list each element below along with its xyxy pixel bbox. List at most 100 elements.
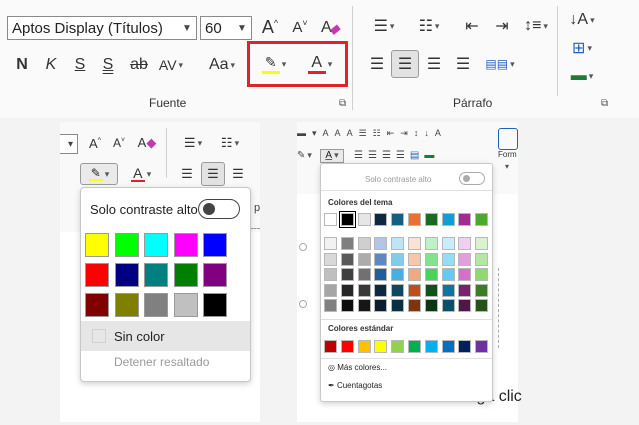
color-swatch[interactable] bbox=[324, 252, 337, 266]
color-swatch[interactable] bbox=[391, 237, 405, 250]
color-swatch[interactable] bbox=[203, 233, 227, 257]
line-spacing-icon[interactable]: ↕ bbox=[414, 128, 425, 138]
font-size-combo-partial[interactable]: ▾ bbox=[60, 134, 78, 154]
bullet-list-icon[interactable]: ☰ bbox=[359, 128, 373, 138]
resize-handle[interactable] bbox=[299, 243, 307, 251]
color-swatch[interactable] bbox=[424, 252, 438, 266]
color-swatch[interactable] bbox=[441, 237, 455, 250]
align-left-icon[interactable]: ☰ bbox=[354, 150, 368, 161]
color-swatch[interactable] bbox=[475, 268, 489, 281]
color-swatch[interactable] bbox=[441, 340, 455, 353]
color-swatch[interactable] bbox=[85, 293, 109, 317]
chevron-down-icon[interactable]: ▼ bbox=[178, 23, 196, 34]
color-swatch[interactable] bbox=[374, 237, 388, 250]
justify-icon[interactable]: ☰ bbox=[396, 150, 410, 161]
color-swatch[interactable] bbox=[357, 252, 371, 266]
color-swatch[interactable] bbox=[458, 252, 472, 266]
align-right-icon[interactable]: ☰ bbox=[382, 150, 396, 161]
font-color-button-small[interactable]: A ▾ bbox=[320, 149, 344, 163]
dialog-launcher-icon[interactable]: ⧉ bbox=[339, 98, 346, 109]
color-swatch[interactable] bbox=[391, 299, 405, 312]
clear-formatting-icon[interactable]: A bbox=[347, 128, 359, 138]
color-swatch[interactable] bbox=[144, 233, 168, 257]
color-swatch[interactable] bbox=[340, 268, 354, 281]
color-swatch[interactable] bbox=[114, 293, 139, 317]
convert-smartart-button[interactable]: ▬ ▾ bbox=[564, 64, 600, 88]
color-swatch[interactable] bbox=[424, 268, 438, 281]
color-swatch[interactable] bbox=[324, 268, 337, 281]
color-swatch[interactable] bbox=[458, 299, 472, 312]
color-swatch[interactable] bbox=[475, 213, 489, 226]
numbering-button[interactable]: ☷ ▾ bbox=[410, 14, 448, 38]
color-swatch[interactable] bbox=[475, 283, 489, 297]
color-swatch[interactable] bbox=[408, 283, 421, 297]
more-colors-option[interactable]: ◎ Más colores... bbox=[328, 363, 387, 372]
color-swatch[interactable] bbox=[408, 213, 421, 226]
highlight-color-button[interactable]: ✎ ▾ bbox=[80, 163, 118, 185]
color-swatch[interactable] bbox=[357, 237, 371, 250]
no-color-option[interactable]: Sin color bbox=[81, 321, 250, 351]
color-swatch[interactable] bbox=[458, 268, 472, 281]
color-swatch[interactable] bbox=[357, 299, 371, 312]
highlight-color-button[interactable]: ✎ ▾ bbox=[254, 50, 294, 78]
color-swatch[interactable] bbox=[85, 263, 109, 287]
resize-handle[interactable] bbox=[299, 300, 307, 308]
color-swatch[interactable] bbox=[324, 299, 337, 312]
color-swatch[interactable] bbox=[173, 293, 198, 317]
clear-formatting-button[interactable]: A bbox=[318, 14, 344, 40]
increase-indent-icon[interactable]: ⇥ bbox=[400, 128, 414, 138]
color-swatch[interactable] bbox=[374, 252, 388, 266]
color-swatch[interactable] bbox=[424, 237, 438, 250]
color-swatch[interactable] bbox=[357, 340, 371, 353]
font-color-button[interactable]: A ▾ bbox=[300, 50, 340, 78]
color-swatch[interactable] bbox=[441, 213, 455, 226]
color-swatch[interactable] bbox=[374, 213, 388, 226]
color-swatch[interactable] bbox=[340, 252, 354, 266]
color-swatch[interactable] bbox=[441, 299, 455, 312]
align-center-button[interactable]: ☰ bbox=[201, 162, 225, 186]
color-swatch[interactable] bbox=[374, 299, 388, 312]
color-swatch[interactable] bbox=[203, 293, 227, 317]
font-grow-icon[interactable]: A bbox=[323, 128, 335, 138]
numbering-button[interactable]: ☷ ▾ bbox=[215, 133, 245, 153]
color-swatch[interactable] bbox=[441, 268, 455, 281]
color-swatch[interactable] bbox=[357, 283, 371, 297]
color-swatch[interactable] bbox=[173, 233, 198, 257]
color-swatch[interactable] bbox=[475, 340, 489, 353]
color-swatch[interactable] bbox=[340, 299, 354, 312]
justify-button[interactable]: ☰ bbox=[452, 52, 474, 76]
high-contrast-toggle[interactable] bbox=[459, 172, 485, 185]
decrease-indent-button[interactable]: ⇤ bbox=[460, 14, 484, 38]
bullets-button[interactable]: ☰ ▾ bbox=[178, 133, 208, 153]
color-swatch[interactable] bbox=[424, 213, 438, 226]
highlight-color-button-small[interactable]: ✎ ▾ bbox=[297, 150, 312, 161]
shape-icon[interactable] bbox=[498, 128, 518, 150]
color-swatch[interactable] bbox=[475, 299, 489, 312]
strikethrough-button[interactable]: ab bbox=[126, 54, 152, 76]
color-swatch[interactable] bbox=[424, 299, 438, 312]
mini-icon[interactable]: ▬ bbox=[297, 128, 312, 138]
dialog-launcher-icon[interactable]: ⧉ bbox=[601, 98, 608, 109]
color-swatch[interactable] bbox=[475, 252, 489, 266]
text-direction-button[interactable]: ↓A ▾ bbox=[564, 8, 600, 32]
underline-button[interactable]: S bbox=[70, 54, 90, 76]
text-direction-icon[interactable]: ↓A bbox=[424, 128, 447, 138]
align-center-icon[interactable]: ☰ bbox=[368, 150, 382, 161]
bold-button[interactable]: N bbox=[12, 54, 32, 76]
color-swatch[interactable] bbox=[340, 237, 354, 250]
color-swatch[interactable] bbox=[424, 340, 438, 353]
color-swatch[interactable] bbox=[374, 340, 388, 353]
columns-button[interactable]: ▤▤ ▾ bbox=[482, 52, 518, 76]
color-swatch[interactable] bbox=[114, 263, 139, 287]
color-swatch[interactable] bbox=[357, 268, 371, 281]
align-text-button[interactable]: ⊞ ▾ bbox=[564, 36, 600, 60]
chevron-down-icon[interactable]: ▼ bbox=[233, 23, 251, 34]
color-swatch[interactable] bbox=[173, 263, 198, 287]
eyedropper-option[interactable]: ✒ Cuentagotas bbox=[328, 381, 382, 390]
color-swatch[interactable] bbox=[324, 283, 337, 297]
shrink-font-button[interactable]: A˅ bbox=[288, 14, 312, 40]
color-swatch[interactable] bbox=[458, 237, 472, 250]
color-swatch[interactable] bbox=[357, 213, 371, 226]
change-case-button[interactable]: Aa ▾ bbox=[204, 52, 240, 78]
color-swatch[interactable] bbox=[458, 340, 472, 353]
